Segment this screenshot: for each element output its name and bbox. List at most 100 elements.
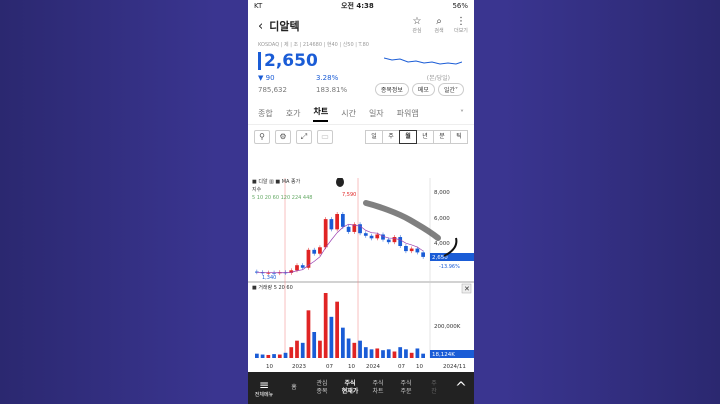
- x-tick: 10: [266, 364, 273, 370]
- battery: 56%: [452, 2, 468, 10]
- y-tick: 4,000: [434, 241, 450, 247]
- high-label: 7,590: [342, 192, 356, 198]
- volume-bar: [381, 350, 385, 358]
- chevron-down-icon[interactable]: ˅: [460, 109, 464, 118]
- x-tick: 07: [326, 364, 333, 370]
- phone-screen: KT 오전 4:38 56% ‹ 디알텍 ☆ 관심 ⌕ 검색 ⋮ 더보기 KOSDAQ…: [248, 0, 474, 404]
- price-chart[interactable]: ■ 디알 ▥ ■ MA 종가 지수 5 10 20 60 120 224 448…: [248, 178, 474, 372]
- volume-bar: [392, 351, 397, 358]
- stock-meta: KOSDAQ | 제 | 조 | 214680 | 현40 | 신50 | T.…: [258, 42, 369, 48]
- volume-bar: [277, 354, 282, 358]
- period-year[interactable]: 년: [416, 130, 434, 144]
- search-icon[interactable]: ⌕ 검색: [432, 16, 446, 34]
- volume-bar: [283, 352, 288, 358]
- price-indicator: [258, 52, 261, 70]
- volume-bar: [369, 349, 374, 358]
- volume-bar: [404, 349, 408, 358]
- tab-chart[interactable]: 차트: [313, 106, 329, 122]
- volume-tick: 200,000K: [434, 324, 461, 330]
- volume-bar: [415, 348, 420, 358]
- nav-current-price[interactable]: 주식 현재가: [336, 380, 364, 396]
- nav-chart[interactable]: 주식 차트: [364, 380, 392, 396]
- clock: 오전 4:38: [341, 2, 374, 10]
- volume-bar: [346, 338, 351, 358]
- hamburger-icon: ≡: [258, 377, 270, 392]
- volume-bar: [306, 310, 311, 358]
- volume-bar: [272, 354, 276, 358]
- change-row: ▼ 90 3.28% (본/당일): [248, 72, 474, 83]
- price-change: ▼ 90: [258, 73, 275, 82]
- x-tick: 07: [398, 364, 405, 370]
- memo-button[interactable]: 메모: [411, 83, 435, 96]
- status-bar: KT 오전 4:38 56%: [248, 0, 474, 12]
- low-label: 1,340: [262, 275, 276, 281]
- volume-bar: [260, 354, 265, 358]
- spark-label: (본/당일): [426, 75, 450, 82]
- carrier: KT: [254, 2, 263, 10]
- menu-button[interactable]: ≡ 전체메뉴: [248, 379, 280, 398]
- y-tick: 6,000: [434, 216, 450, 222]
- bottom-nav: ≡ 전체메뉴 홈 관심 종목 주식 현재가 주식 차트 주식 주문 주 잔 ^: [248, 372, 474, 404]
- volume-bar: [300, 342, 305, 358]
- price-row: 2,650: [248, 50, 474, 72]
- volume-bar: [352, 342, 357, 358]
- nav-watchlist[interactable]: 관심 종목: [308, 380, 336, 396]
- chevron-up-icon[interactable]: ^: [448, 380, 474, 396]
- stock-info-button[interactable]: 종목정보: [374, 83, 409, 96]
- settings-icon[interactable]: ⚙: [275, 130, 291, 144]
- x-tick: 2024/11: [443, 364, 466, 370]
- layout-icon[interactable]: ▭: [317, 130, 333, 144]
- volume-bar: [358, 340, 362, 358]
- x-tick: 2024: [366, 364, 380, 370]
- period-month[interactable]: 월: [399, 130, 417, 144]
- volume-bar: [323, 293, 328, 358]
- volume-bar: [341, 327, 345, 358]
- volume-row: 785,632 183.81% 종목정보 메모 일간˅: [248, 83, 474, 97]
- volume-bar: [409, 352, 414, 358]
- volume-bar: [295, 340, 299, 358]
- chart-legend: ■ 디알 ▥ ■ MA 종가: [252, 178, 301, 185]
- volume-bar: [375, 348, 380, 358]
- nav-home[interactable]: 홈: [280, 384, 308, 392]
- period-day[interactable]: 일: [365, 130, 383, 144]
- volume-bar: [386, 349, 391, 358]
- volume-bar: [363, 347, 368, 358]
- period-minute[interactable]: 분: [433, 130, 451, 144]
- period-tick[interactable]: 틱: [450, 130, 468, 144]
- nav-order[interactable]: 주식 주문: [392, 380, 420, 396]
- more-icon[interactable]: ⋮ 더보기: [454, 16, 468, 34]
- tab-date[interactable]: 일자: [369, 108, 384, 119]
- x-tick: 10: [416, 364, 423, 370]
- volume-bar: [312, 332, 317, 358]
- volume-bar: [255, 353, 259, 358]
- current-pct-label: -13.96%: [439, 264, 460, 270]
- back-icon[interactable]: ‹: [258, 19, 263, 34]
- volume-bar: [266, 354, 271, 358]
- sparkline: [384, 57, 462, 65]
- zoom-icon[interactable]: ⚲: [254, 130, 270, 144]
- star-icon[interactable]: ☆ 관심: [410, 16, 424, 34]
- volume-bar: [335, 301, 339, 358]
- current-price: 2,650: [264, 51, 318, 71]
- ma-legend: 5 10 20 60 120 224 448: [252, 195, 312, 201]
- page-title: 디알텍: [269, 20, 300, 33]
- tab-powerapp[interactable]: 파워앱: [397, 108, 419, 119]
- tab-quotes[interactable]: 호가: [286, 108, 301, 119]
- x-tick: 10: [348, 364, 355, 370]
- nav-balance[interactable]: 주 잔: [420, 380, 448, 396]
- period-week[interactable]: 주: [382, 130, 400, 144]
- svg-text:✕: ✕: [464, 285, 470, 293]
- tab-bar: 종합 호가 차트 시간 일자 파워앱 ˅: [248, 103, 474, 125]
- chart-toolbar: ⚲ ⚙ ⤢ ▭ 일 주 월 년 분 틱: [248, 125, 474, 149]
- tab-overview[interactable]: 종합: [258, 108, 273, 119]
- change-percent: 3.28%: [316, 73, 339, 82]
- y-tick: 8,000: [434, 190, 450, 196]
- x-tick: 2023: [292, 364, 306, 370]
- volume-bar: [398, 347, 403, 358]
- tab-time[interactable]: 시간: [341, 108, 356, 119]
- volume-bar: [329, 316, 334, 358]
- expand-icon[interactable]: ⤢: [296, 130, 312, 144]
- volume-legend: ■ 거래량 5 20 60: [252, 284, 293, 291]
- current-volume-label: 18,124K: [432, 352, 455, 358]
- daily-button[interactable]: 일간˅: [437, 83, 464, 96]
